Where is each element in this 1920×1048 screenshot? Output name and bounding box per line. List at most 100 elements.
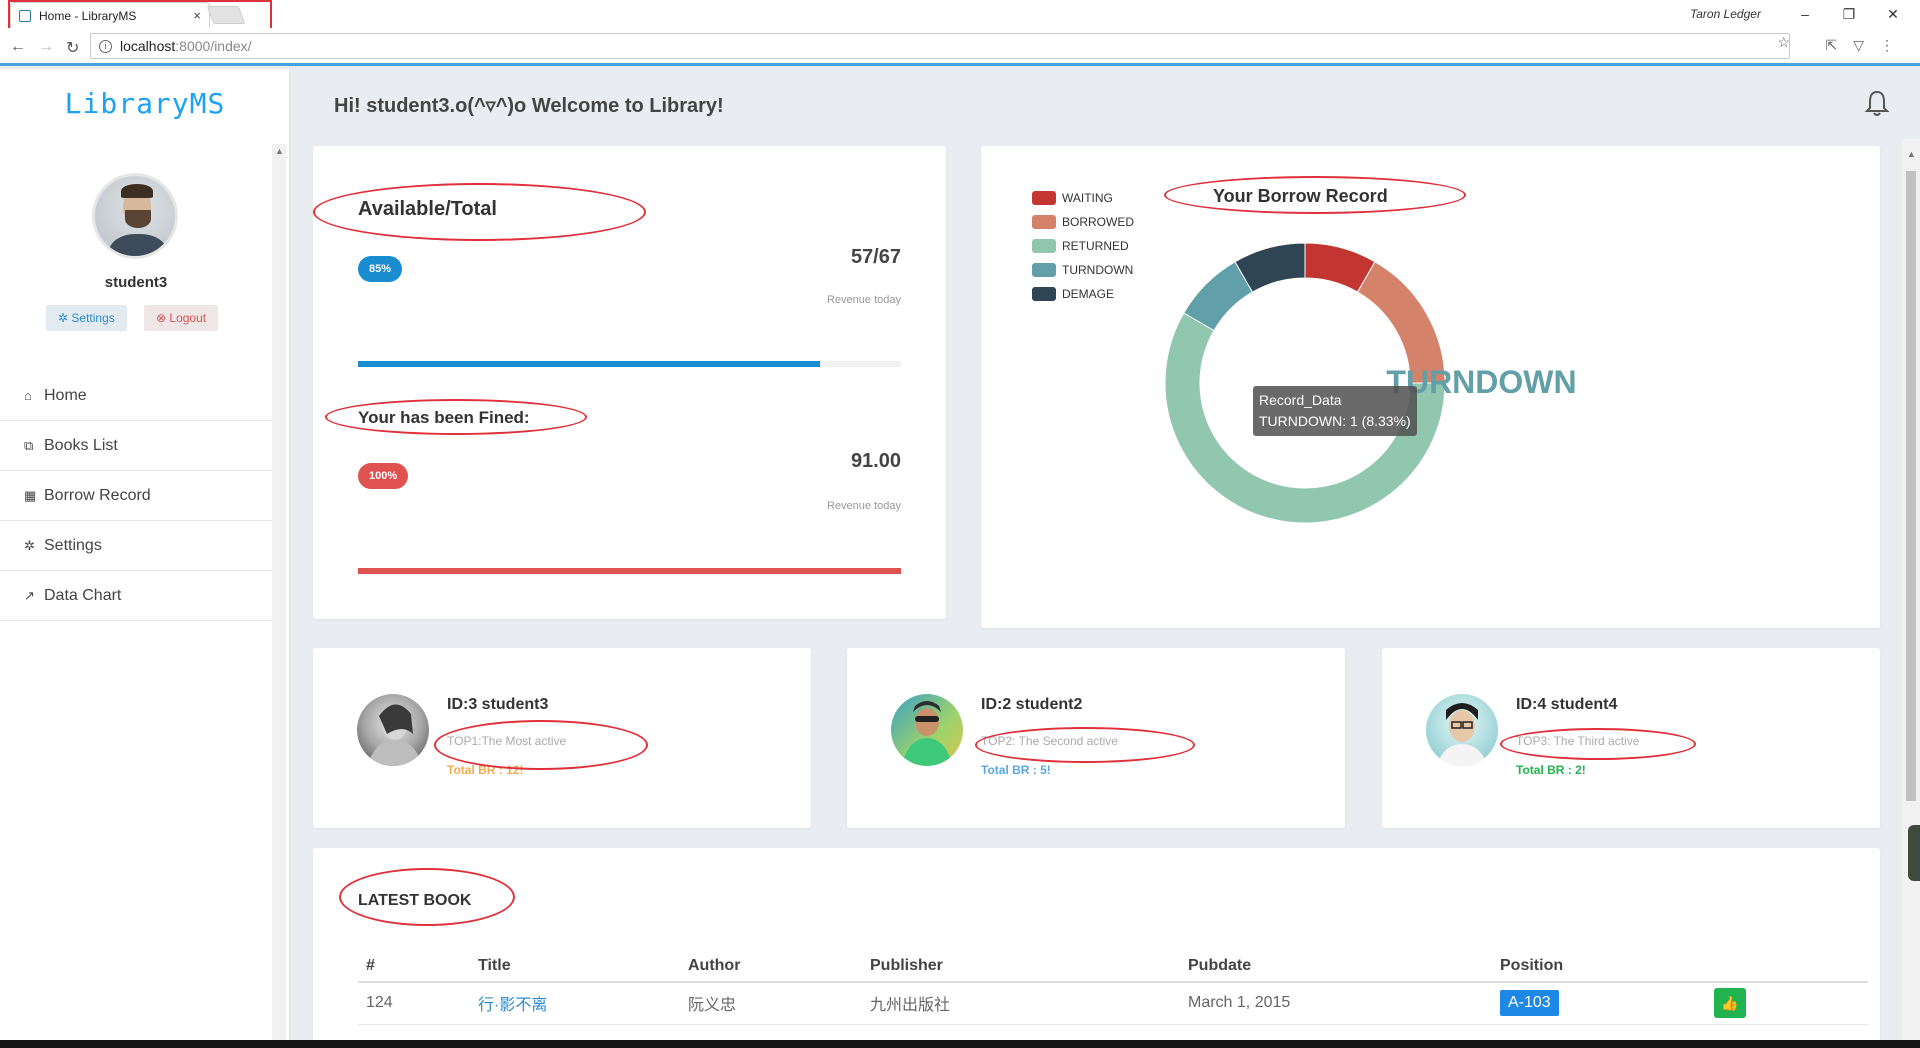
sidebar-item-home[interactable]: ⌂ Home bbox=[0, 371, 272, 421]
books-icon: ⧉ bbox=[24, 437, 34, 453]
available-progress bbox=[358, 361, 901, 367]
position-badge: A-103 bbox=[1500, 990, 1559, 1017]
sidebar: LibraryMS ▲ student3 ✲ Settings ⊗ Logout… bbox=[0, 69, 290, 1048]
user-rank: TOP1:The Most active bbox=[447, 734, 567, 748]
available-badge: 85% bbox=[358, 256, 403, 282]
extensions-icons[interactable]: ⇱▽⋮ bbox=[1826, 37, 1911, 54]
latest-book-table: # Title Author Publisher Pubdate Positio… bbox=[358, 950, 1868, 1025]
page-header: Hi! student3.o(^▿^)o Welcome to Library! bbox=[290, 69, 1900, 139]
fined-title: Your has been Fined: bbox=[358, 408, 530, 427]
fined-progress-fill bbox=[358, 568, 901, 574]
user-name: ID:3 student3 bbox=[447, 696, 549, 713]
back-button[interactable]: ← bbox=[10, 38, 26, 56]
url-field[interactable]: i localhost:8000/index/ bbox=[90, 33, 1790, 59]
latest-book-card: LATEST BOOK # Title Author Publisher Pub… bbox=[313, 848, 1880, 1048]
restore-button[interactable]: ❐ bbox=[1834, 3, 1864, 25]
col-header-publisher: Publisher bbox=[862, 950, 1180, 983]
sidebar-scrollbar[interactable]: ▲ bbox=[272, 144, 286, 1048]
latest-title: LATEST BOOK bbox=[358, 892, 472, 909]
user-total-br: Total BR : 2! bbox=[1516, 763, 1586, 777]
col-header-author: Author bbox=[680, 950, 862, 983]
col-header-title: Title bbox=[470, 950, 680, 983]
address-bar: ← → ↻ i localhost:8000/index/ ☆ ⇱▽⋮ bbox=[0, 28, 1920, 66]
sidebar-item-label: Settings bbox=[44, 536, 102, 554]
user-rank: TOP2: The Second active bbox=[981, 734, 1118, 748]
col-header-pubdate: Pubdate bbox=[1180, 950, 1492, 983]
minimize-button[interactable]: – bbox=[1790, 3, 1820, 25]
cell-title-link[interactable]: 行·影不离 bbox=[470, 982, 680, 1025]
page-title: Hi! student3.o(^▿^)o Welcome to Library! bbox=[334, 95, 724, 117]
profile-name[interactable]: Taron Ledger bbox=[1690, 7, 1761, 21]
user-rank: TOP3: The Third active bbox=[1516, 734, 1640, 748]
gear-icon: ✲ bbox=[58, 311, 72, 325]
col-header-position: Position bbox=[1492, 950, 1706, 983]
avatar bbox=[891, 694, 963, 766]
taskbar bbox=[0, 1040, 1920, 1048]
sidebar-item-settings[interactable]: ✲ Settings bbox=[0, 521, 272, 571]
bell-icon[interactable] bbox=[1864, 89, 1890, 124]
borrow-chart-card: WAITING BORROWED RETURNED TURNDOWN DEMAG… bbox=[981, 146, 1880, 628]
forward-button[interactable]: → bbox=[38, 38, 54, 56]
scroll-up-icon[interactable]: ▲ bbox=[275, 146, 284, 156]
line-chart-icon: ↗ bbox=[24, 587, 35, 603]
col-header-id: # bbox=[358, 950, 470, 983]
top-user-card: ID:4 student4 TOP3: The Third active Tot… bbox=[1382, 648, 1880, 828]
cell-id: 124 bbox=[358, 982, 470, 1025]
avatar bbox=[357, 694, 429, 766]
scroll-thumb[interactable] bbox=[1906, 171, 1916, 801]
url-path: :8000/index/ bbox=[175, 38, 252, 54]
table-icon: ▦ bbox=[24, 487, 37, 503]
tooltip-series: Record_Data bbox=[1259, 392, 1342, 408]
user-name: ID:2 student2 bbox=[981, 696, 1083, 713]
scroll-up-icon[interactable]: ▲ bbox=[1907, 149, 1916, 159]
available-caption: Revenue today bbox=[827, 294, 901, 306]
sidebar-item-label: Borrow Record bbox=[44, 486, 151, 504]
reload-button[interactable]: ↻ bbox=[66, 38, 79, 58]
available-progress-fill bbox=[358, 361, 820, 367]
user-name: ID:4 student4 bbox=[1516, 696, 1618, 713]
gear-icon: ✲ bbox=[24, 537, 35, 553]
side-widget[interactable] bbox=[1908, 825, 1920, 881]
main-scrollbar[interactable]: ▲ bbox=[1902, 139, 1920, 1048]
available-title: Available/Total bbox=[358, 198, 497, 220]
thumbs-up-icon[interactable]: 👍 bbox=[1714, 988, 1746, 1019]
avatar bbox=[92, 173, 178, 259]
fined-value: 91.00 bbox=[850, 450, 901, 472]
stats-card: Available/Total 85% 57/67 Revenue today … bbox=[313, 146, 946, 619]
cell-action: 👍 bbox=[1706, 982, 1868, 1025]
table-header-row: # Title Author Publisher Pubdate Positio… bbox=[358, 950, 1868, 983]
window-close-button[interactable]: ✕ bbox=[1878, 3, 1908, 25]
sidebar-item-borrow-record[interactable]: ▦ Borrow Record bbox=[0, 471, 272, 521]
available-value: 57/67 bbox=[850, 246, 901, 268]
chart-center-label: TURNDOWN bbox=[981, 364, 1920, 401]
logout-label: Logout bbox=[169, 311, 207, 325]
fined-caption: Revenue today bbox=[827, 500, 901, 512]
sidebar-item-books-list[interactable]: ⧉ Books List bbox=[0, 421, 272, 471]
sidebar-item-label: Home bbox=[44, 386, 87, 404]
user-total-br: Total BR : 12! bbox=[447, 763, 524, 777]
sidebar-item-label: Data Chart bbox=[44, 586, 122, 604]
fined-badge: 100% bbox=[358, 463, 409, 489]
cell-publisher: 九州出版社 bbox=[862, 982, 1180, 1025]
app-logo[interactable]: LibraryMS bbox=[0, 87, 290, 120]
settings-button[interactable]: ✲ Settings bbox=[46, 305, 127, 331]
tooltip-text: TURNDOWN: 1 (8.33%) bbox=[1259, 413, 1411, 429]
sidebar-item-label: Books List bbox=[44, 436, 118, 454]
cell-pubdate: March 1, 2015 bbox=[1180, 982, 1492, 1025]
power-icon: ⊗ bbox=[156, 311, 170, 325]
url-host: localhost bbox=[120, 38, 176, 54]
logout-button[interactable]: ⊗ Logout bbox=[144, 305, 219, 331]
star-icon[interactable]: ☆ bbox=[1777, 34, 1790, 51]
info-icon[interactable]: i bbox=[99, 39, 112, 53]
cell-position: A-103 bbox=[1492, 982, 1706, 1025]
sidebar-username: student3 bbox=[104, 274, 168, 291]
sidebar-item-data-chart[interactable]: ↗ Data Chart bbox=[0, 571, 272, 621]
avatar bbox=[1426, 694, 1498, 766]
fined-progress bbox=[358, 568, 901, 574]
user-total-br: Total BR : 5! bbox=[981, 763, 1051, 777]
home-icon: ⌂ bbox=[24, 388, 32, 403]
col-header-action bbox=[1706, 950, 1868, 983]
top-user-card: ID:2 student2 TOP2: The Second active To… bbox=[847, 648, 1345, 828]
top-user-card: ID:3 student3 TOP1:The Most active Total… bbox=[313, 648, 811, 828]
table-row: 124 行·影不离 阮义忠 九州出版社 March 1, 2015 A-103 … bbox=[358, 982, 1868, 1025]
